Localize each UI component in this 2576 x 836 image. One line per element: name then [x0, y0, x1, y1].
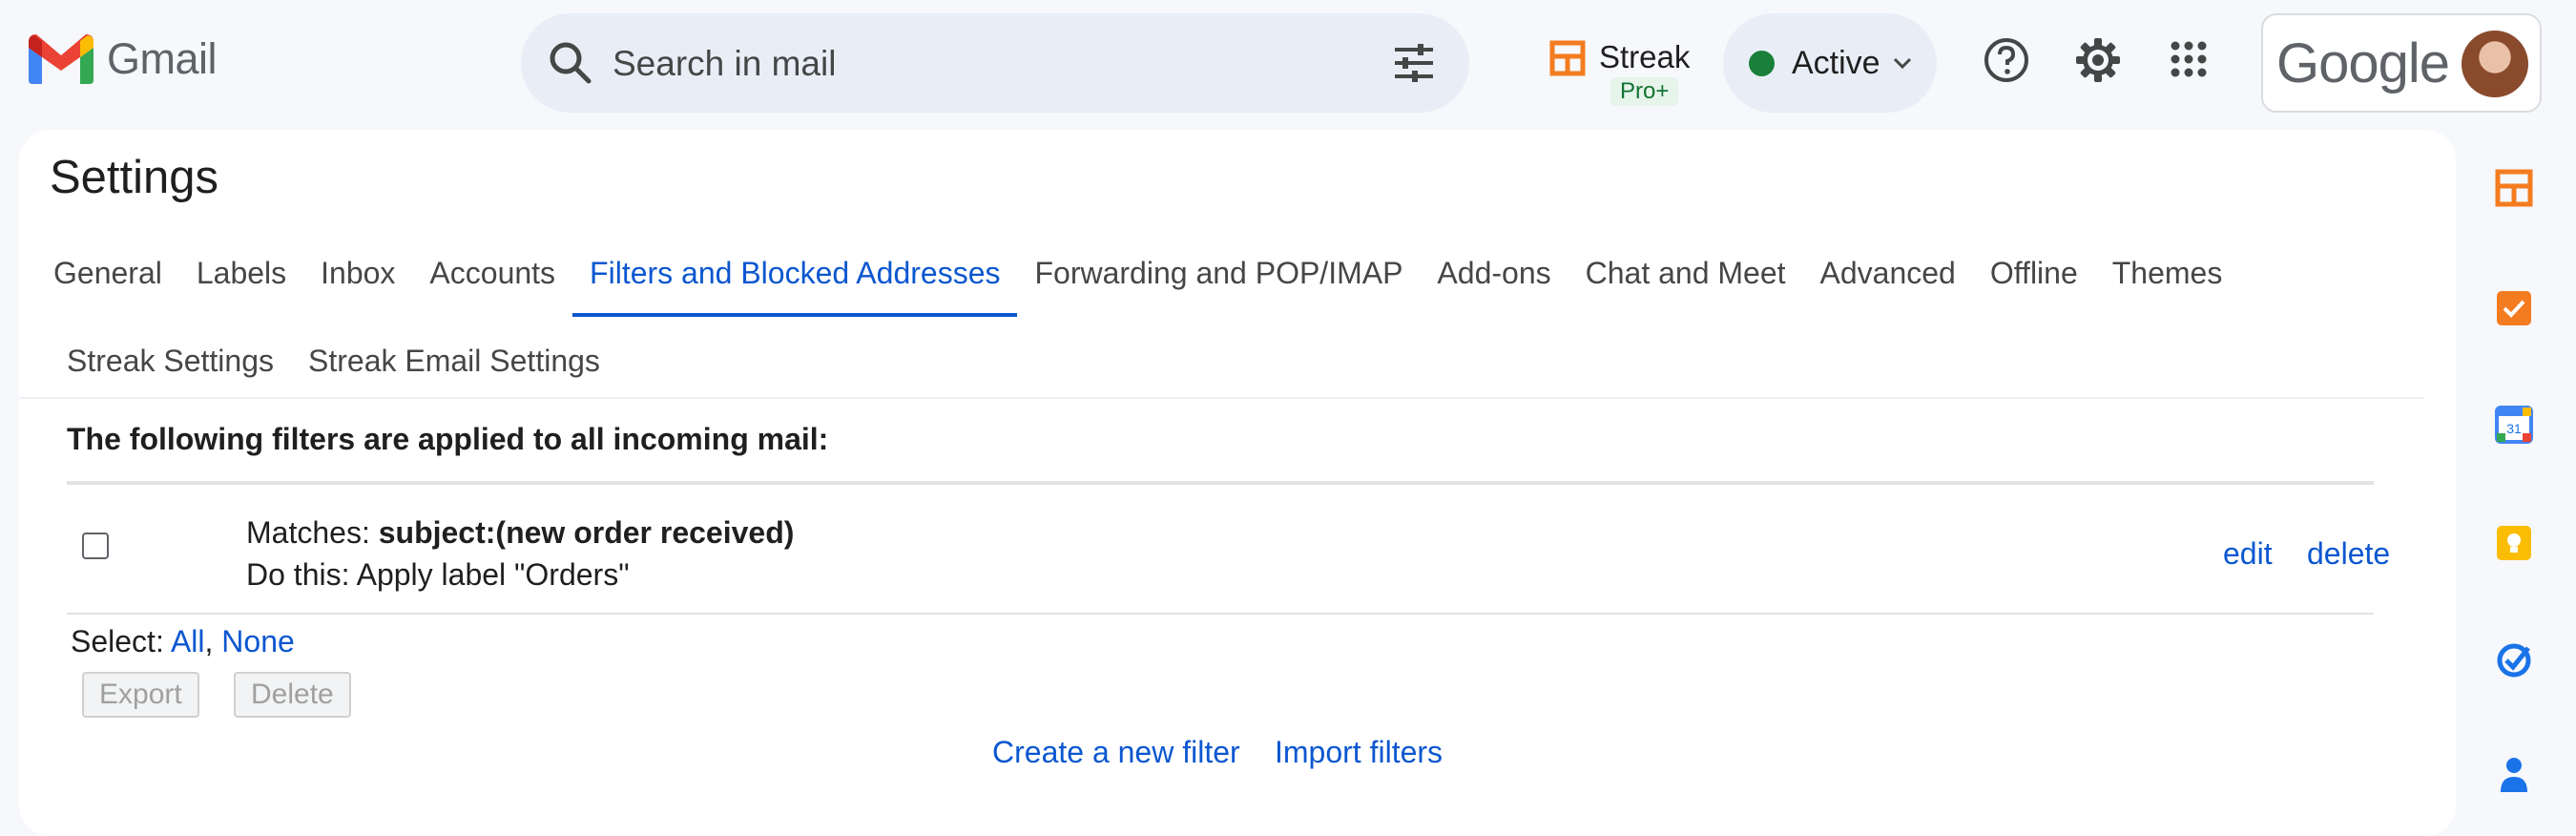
status-dot-icon — [1749, 50, 1775, 76]
tab-accounts[interactable]: Accounts — [429, 252, 555, 313]
tab-add-ons[interactable]: Add-ons — [1437, 252, 1550, 313]
filters-heading: The following filters are applied to all… — [67, 422, 829, 456]
tasks-icon[interactable] — [2494, 288, 2534, 328]
chevron-down-icon — [1892, 56, 1913, 70]
calendar-icon[interactable]: 31 — [2494, 405, 2534, 445]
select-label: Select: — [71, 624, 171, 658]
filter-edit-link[interactable]: edit — [2223, 536, 2273, 572]
svg-text:31: 31 — [2506, 421, 2522, 436]
tabs-divider — [19, 397, 2423, 399]
search-bar[interactable] — [521, 13, 1469, 113]
tab-filters-and-blocked-addresses[interactable]: Filters and Blocked Addresses — [572, 252, 1018, 317]
search-options-icon[interactable] — [1391, 42, 1437, 84]
filter-delete-link[interactable]: delete — [2307, 536, 2390, 572]
gear-icon[interactable] — [2074, 36, 2122, 84]
streak-label: Streak — [1599, 39, 1691, 74]
filter-checkbox[interactable] — [82, 533, 109, 559]
settings-panel: Settings General Labels Inbox Accounts F… — [19, 130, 2456, 836]
streak-icon[interactable] — [2494, 168, 2534, 208]
keep-icon[interactable] — [2494, 523, 2534, 563]
contacts-icon[interactable] — [2494, 754, 2534, 794]
tab-forwarding-pop-imap[interactable]: Forwarding and POP/IMAP — [1034, 252, 1402, 313]
tab-general[interactable]: General — [53, 252, 162, 313]
streak-button[interactable]: Streak Pro+ — [1549, 40, 1690, 106]
filter-matches-label: Matches: — [246, 515, 379, 550]
tab-offline[interactable]: Offline — [1990, 252, 2078, 313]
tab-advanced[interactable]: Advanced — [1820, 252, 1956, 313]
select-controls: Select: All, None — [71, 624, 295, 659]
tab-inbox[interactable]: Inbox — [321, 252, 395, 313]
export-button[interactable]: Export — [82, 672, 199, 718]
delete-button[interactable]: Delete — [234, 672, 351, 718]
filter-matches: Matches: subject:(new order received) — [246, 515, 794, 551]
tab-themes[interactable]: Themes — [2112, 252, 2223, 313]
apps-grid-icon[interactable] — [2170, 40, 2208, 78]
select-all-link[interactable]: All — [171, 624, 205, 658]
tasks-check-icon[interactable] — [2494, 639, 2534, 679]
google-account-button[interactable]: Google — [2261, 13, 2542, 113]
search-icon[interactable] — [546, 38, 595, 88]
create-filter-link[interactable]: Create a new filter — [992, 735, 1240, 770]
filter-action: Do this: Apply label "Orders" — [246, 557, 630, 592]
status-label: Active — [1792, 44, 1880, 81]
tab-chat-and-meet[interactable]: Chat and Meet — [1586, 252, 1786, 313]
streak-icon — [1549, 40, 1586, 76]
google-logo-text: Google — [2276, 32, 2450, 94]
gmail-logo[interactable]: Gmail — [29, 34, 218, 84]
help-icon[interactable] — [1983, 36, 2030, 84]
settings-tabs: General Labels Inbox Accounts Filters an… — [53, 252, 2223, 317]
status-selector[interactable]: Active — [1723, 13, 1937, 113]
tab-labels[interactable]: Labels — [197, 252, 286, 313]
avatar — [2462, 31, 2528, 97]
select-none-link[interactable]: None — [221, 624, 295, 658]
tab-streak-email-settings[interactable]: Streak Email Settings — [308, 340, 600, 401]
search-input[interactable] — [611, 34, 1359, 94]
filter-matches-value: subject:(new order received) — [378, 515, 795, 550]
select-separator: , — [204, 624, 222, 658]
streak-plan-badge: Pro+ — [1610, 77, 1679, 106]
filter-row: Matches: subject:(new order received) Do… — [67, 485, 2390, 613]
filters-table-bottom-rule — [67, 613, 2374, 615]
gmail-m-icon — [29, 34, 93, 84]
page-title: Settings — [50, 152, 219, 203]
settings-tabs-row2: Streak Settings Streak Email Settings — [67, 340, 600, 401]
tab-streak-settings[interactable]: Streak Settings — [67, 340, 274, 401]
import-filters-link[interactable]: Import filters — [1275, 735, 1443, 770]
gmail-logo-text: Gmail — [107, 34, 218, 83]
